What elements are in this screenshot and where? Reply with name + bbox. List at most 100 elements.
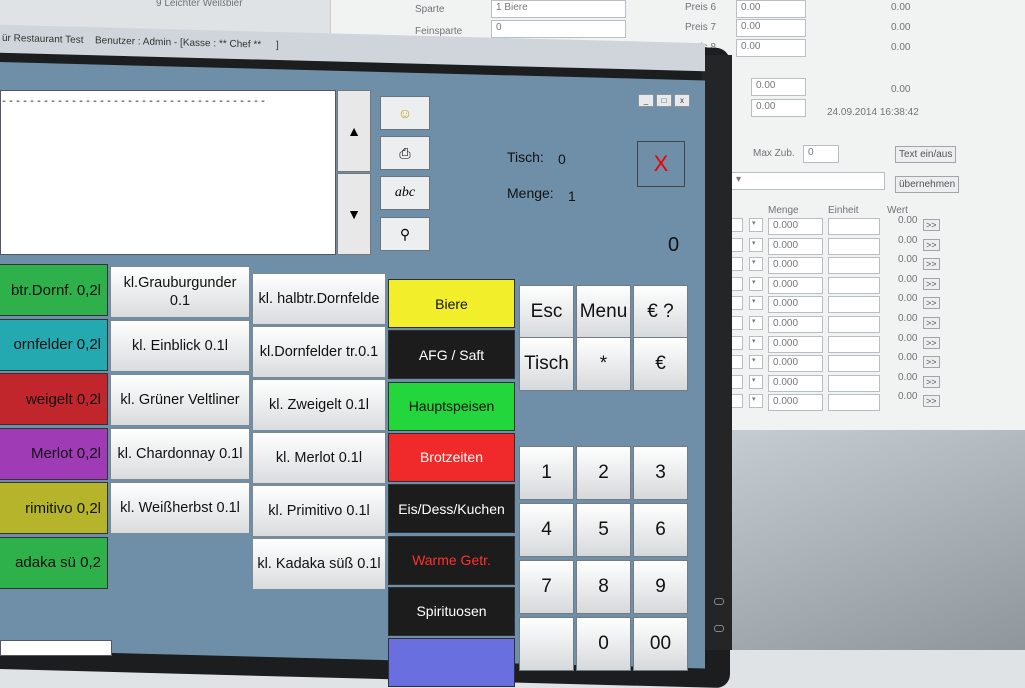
function-key[interactable]: Tisch: [519, 337, 574, 391]
row-menge[interactable]: 0.000: [768, 335, 823, 353]
numpad-key[interactable]: 00: [633, 617, 688, 671]
row-menge[interactable]: 0.000: [768, 374, 823, 392]
minimize-button[interactable]: _: [638, 94, 654, 107]
price-field[interactable]: 0.00: [736, 0, 806, 18]
article-button[interactable]: kl. Kadaka süß 0.1l: [252, 538, 386, 590]
article-button[interactable]: kl. halbtr.Dornfelde: [252, 273, 386, 325]
category-button[interactable]: AFG / Saft: [388, 330, 515, 380]
row-einheit[interactable]: [828, 355, 880, 373]
smiley-button[interactable]: ☺: [380, 96, 430, 130]
row-menge[interactable]: 0.000: [768, 296, 823, 314]
function-key[interactable]: €: [633, 337, 688, 391]
row-select[interactable]: ▾: [749, 237, 763, 252]
row-checkbox[interactable]: [731, 276, 743, 291]
row-einheit[interactable]: [828, 218, 880, 235]
category-button[interactable]: Spirituosen: [388, 586, 515, 636]
row-einheit[interactable]: [828, 237, 880, 255]
scroll-up-button[interactable]: ▲: [337, 90, 371, 172]
article-button[interactable]: adaka sü 0,2: [0, 536, 108, 589]
row-select[interactable]: ▾: [749, 276, 763, 291]
row-more-button[interactable]: >>: [923, 395, 940, 408]
maximize-button[interactable]: □: [656, 94, 672, 107]
row-checkbox[interactable]: [731, 296, 743, 311]
function-key[interactable]: Esc: [519, 285, 574, 339]
row-checkbox[interactable]: [731, 394, 743, 409]
row-menge[interactable]: 0.000: [768, 394, 823, 412]
row-menge[interactable]: 0.000: [768, 257, 823, 275]
row-select[interactable]: ▾: [749, 296, 763, 311]
category-button[interactable]: Warme Getr.: [388, 535, 515, 585]
article-button[interactable]: Merlot 0,2l: [0, 427, 108, 480]
take-over-button[interactable]: übernehmen: [895, 176, 960, 193]
numpad-key[interactable]: 4: [519, 503, 574, 557]
row-menge[interactable]: 0.000: [768, 316, 823, 333]
row-select[interactable]: ▾: [749, 316, 763, 330]
article-button[interactable]: kl. Primitivo 0.1l: [252, 485, 386, 537]
function-key[interactable]: € ?: [633, 285, 688, 339]
feinsparte-select[interactable]: 0: [491, 20, 626, 38]
row-more-button[interactable]: >>: [923, 277, 940, 290]
scroll-down-button[interactable]: ▼: [337, 173, 371, 255]
row-menge[interactable]: 0.000: [768, 355, 823, 373]
numpad-key[interactable]: 3: [633, 446, 688, 500]
row-select[interactable]: ▾: [749, 355, 763, 370]
category-button[interactable]: Biere: [388, 279, 515, 328]
category-button[interactable]: Hauptspeisen: [388, 381, 515, 431]
article-button[interactable]: weigelt 0,2l: [0, 373, 108, 425]
numpad-key[interactable]: [519, 617, 574, 671]
row-checkbox[interactable]: [731, 237, 743, 252]
row-einheit[interactable]: [828, 374, 880, 392]
numpad-key[interactable]: 2: [576, 446, 631, 500]
search-button[interactable]: ⚲: [380, 217, 430, 251]
function-key[interactable]: Menu: [576, 285, 631, 339]
row-more-button[interactable]: >>: [923, 219, 940, 231]
numpad-key[interactable]: 7: [519, 560, 574, 614]
row-select[interactable]: ▾: [749, 218, 763, 232]
row-checkbox[interactable]: [731, 335, 743, 350]
row-checkbox[interactable]: [731, 316, 743, 330]
bg-select[interactable]: ▾: [731, 172, 885, 190]
row-menge[interactable]: 0.000: [768, 276, 823, 294]
row-einheit[interactable]: [828, 276, 880, 294]
article-button[interactable]: kl. Grüner Veltliner: [110, 374, 250, 426]
maxzub-field[interactable]: 0: [803, 145, 839, 163]
row-select[interactable]: ▾: [749, 394, 763, 409]
row-select[interactable]: ▾: [749, 257, 763, 272]
article-button[interactable]: kl. Merlot 0.1l: [252, 432, 386, 484]
row-checkbox[interactable]: [731, 374, 743, 389]
price-field[interactable]: 0.00: [736, 19, 806, 37]
article-button[interactable]: kl.Grauburgunder 0.1: [110, 266, 250, 318]
extra-field[interactable]: 0.00: [751, 99, 806, 117]
print-button[interactable]: ⎙: [380, 136, 430, 170]
function-key[interactable]: *: [576, 337, 631, 391]
article-button[interactable]: kl. Weißherbst 0.1l: [110, 482, 250, 534]
row-more-button[interactable]: >>: [923, 297, 940, 310]
row-more-button[interactable]: >>: [923, 317, 940, 329]
row-einheit[interactable]: [828, 335, 880, 353]
row-einheit[interactable]: [828, 394, 880, 412]
numpad-key[interactable]: 0: [576, 617, 631, 671]
row-more-button[interactable]: >>: [923, 258, 940, 271]
row-menge[interactable]: 0.000: [768, 218, 823, 235]
price-field[interactable]: 0.00: [736, 39, 806, 57]
row-checkbox[interactable]: [731, 218, 743, 232]
row-menge[interactable]: 0.000: [768, 237, 823, 255]
article-button[interactable]: kl.Dornfelder tr.0.1: [252, 326, 386, 378]
close-button[interactable]: X: [637, 141, 685, 187]
numpad-key[interactable]: 1: [519, 446, 574, 500]
row-einheit[interactable]: [828, 316, 880, 333]
article-button[interactable]: kl. Zweigelt 0.1l: [252, 379, 386, 431]
row-select[interactable]: ▾: [749, 374, 763, 389]
row-more-button[interactable]: >>: [923, 356, 940, 369]
extra-field[interactable]: 0.00: [751, 78, 806, 96]
article-button[interactable]: kl. Einblick 0.1l: [110, 320, 250, 372]
row-select[interactable]: ▾: [749, 335, 763, 350]
sparte-select[interactable]: 1 Biere: [491, 0, 626, 18]
numpad-key[interactable]: 9: [633, 560, 688, 614]
row-einheit[interactable]: [828, 257, 880, 275]
article-button[interactable]: rimitivo 0,2l: [0, 482, 108, 534]
category-button[interactable]: Brotzeiten: [388, 432, 515, 482]
row-more-button[interactable]: >>: [923, 238, 940, 251]
category-button[interactable]: Eis/Dess/Kuchen: [388, 484, 515, 534]
article-button[interactable]: ornfelder 0,2l: [0, 318, 108, 371]
